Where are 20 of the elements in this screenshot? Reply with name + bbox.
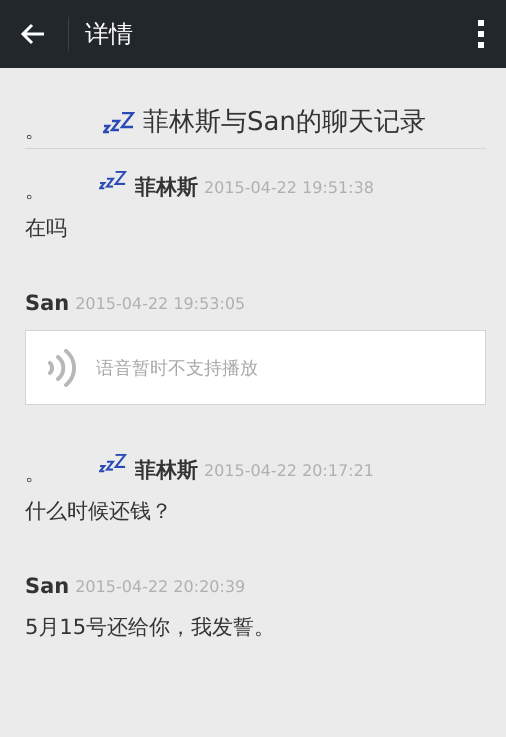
timestamp: 2015-04-22 20:20:39 xyxy=(75,577,246,596)
message-text: 5月15号还给你，我发誓。 xyxy=(25,614,276,642)
dot-mark: 。 xyxy=(25,120,46,140)
dot-mark: 。 xyxy=(25,180,46,200)
chat-title: 菲林斯与San的聊天记录 xyxy=(143,106,426,140)
timestamp: 2015-04-22 19:53:05 xyxy=(75,294,246,314)
screen-title: 详情 xyxy=(85,19,134,50)
timestamp: 2015-04-22 19:51:38 xyxy=(204,178,374,197)
message-text: 在吗 xyxy=(25,215,68,242)
sender-name: 菲林斯 xyxy=(135,174,198,200)
sender-name: San xyxy=(25,574,70,600)
voice-unsupported-text: 语音暂时不支持播放 xyxy=(96,356,258,380)
more-icon xyxy=(478,20,484,48)
message-text: 什么时候还钱？ xyxy=(25,498,173,526)
sound-wave-icon xyxy=(46,348,76,388)
back-arrow-icon xyxy=(20,23,46,45)
sender-name: 菲林斯 xyxy=(135,458,198,484)
dot-mark: 。 xyxy=(25,463,46,484)
timestamp: 2015-04-22 20:17:21 xyxy=(204,461,374,480)
sender-name: San xyxy=(25,291,70,316)
